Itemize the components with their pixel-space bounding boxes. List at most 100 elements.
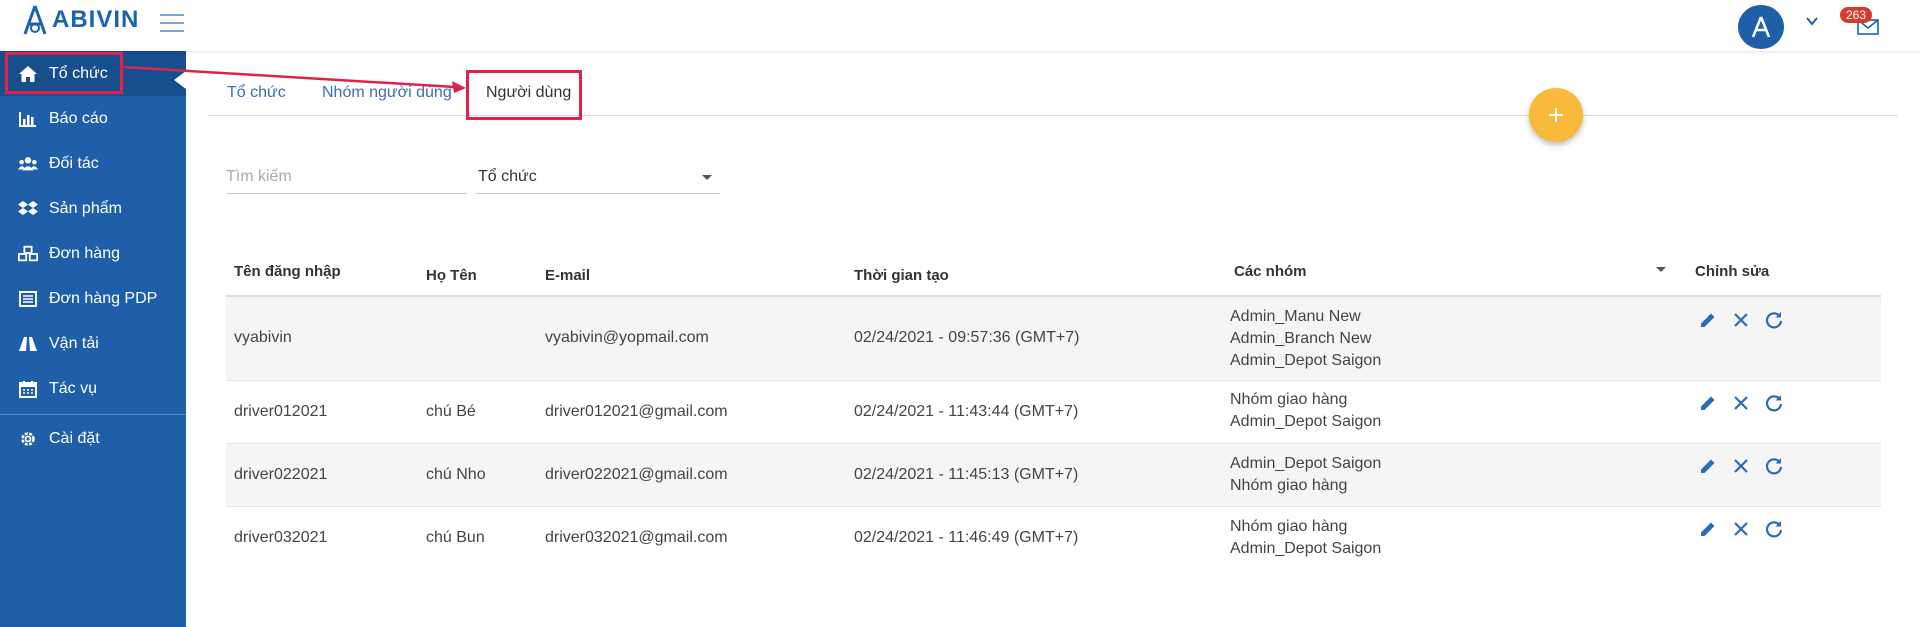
sidebar-item-label: Đơn hàng PDP	[49, 289, 158, 307]
plus-icon	[1549, 108, 1563, 122]
road-icon	[18, 336, 38, 352]
header-created-time[interactable]: Thời gian tạo	[854, 267, 949, 284]
cell-fullname: chú Bun	[426, 529, 485, 546]
sidebar-item-label: Báo cáo	[49, 109, 108, 127]
sidebar-item-doi-tac[interactable]: Đối tác	[0, 141, 186, 186]
header-username[interactable]: Tên đăng nhập	[234, 263, 341, 280]
cell-created-time: 02/24/2021 - 09:57:36 (GMT+7)	[854, 329, 1080, 346]
bar-chart-icon	[18, 111, 38, 127]
cubes-icon	[18, 245, 38, 263]
highlight-box-tab	[466, 70, 582, 120]
header-groups[interactable]: Các nhóm	[1234, 263, 1307, 280]
hamburger-menu-icon[interactable]	[160, 14, 184, 34]
cell-email: driver032021@gmail.com	[545, 529, 728, 546]
avatar[interactable]	[1738, 5, 1784, 49]
group-item: Nhóm giao hàng	[1230, 391, 1348, 408]
search-input[interactable]	[226, 160, 467, 194]
chevron-down-icon[interactable]	[1806, 13, 1818, 29]
notification-badge: 263	[1840, 7, 1873, 23]
cell-created-time: 02/24/2021 - 11:45:13 (GMT+7)	[854, 466, 1079, 483]
group-item: Admin_Depot Saigon	[1230, 455, 1382, 472]
delete-icon[interactable]	[1729, 391, 1753, 415]
sidebar: Tổ chức Báo cáo Đối tác Sản phẩm Đơn hàn…	[0, 51, 186, 627]
delete-icon[interactable]	[1729, 308, 1753, 332]
cell-fullname: chú Bé	[426, 403, 476, 420]
sidebar-item-label: Vận tải	[49, 334, 99, 352]
row-actions	[1696, 308, 1786, 332]
organization-select[interactable]: Tổ chức	[476, 160, 720, 194]
edit-icon[interactable]	[1696, 517, 1720, 541]
gear-icon	[18, 430, 38, 448]
cell-groups: Nhóm giao hàng Admin_Depot Saigon	[1230, 516, 1381, 560]
sidebar-item-van-tai[interactable]: Vận tải	[0, 321, 186, 366]
calendar-icon	[18, 380, 38, 398]
cell-created-time: 02/24/2021 - 11:43:44 (GMT+7)	[854, 403, 1079, 420]
sidebar-item-bao-cao[interactable]: Báo cáo	[0, 96, 186, 141]
users-icon	[18, 156, 38, 172]
group-item: Admin_Branch New	[1230, 330, 1372, 347]
sidebar-item-label: Đối tác	[49, 154, 99, 172]
sidebar-item-don-hang-pdp[interactable]: Đơn hàng PDP	[0, 276, 186, 321]
refresh-icon[interactable]	[1762, 308, 1786, 332]
add-user-button[interactable]	[1529, 88, 1583, 142]
dropdown-arrow-icon	[702, 175, 712, 180]
table-row: driver022021 chú Nho driver022021@gmail.…	[226, 444, 1881, 507]
top-bar: ABIVIN 263	[0, 0, 1920, 51]
cell-email: driver012021@gmail.com	[545, 403, 728, 420]
group-item: Nhóm giao hàng	[1230, 518, 1348, 535]
row-actions	[1696, 454, 1786, 478]
row-actions	[1696, 517, 1786, 541]
edit-icon[interactable]	[1696, 454, 1720, 478]
tab-bar: Tổ chức Nhóm người dùng Người dùng	[208, 70, 1898, 116]
refresh-icon[interactable]	[1762, 517, 1786, 541]
delete-icon[interactable]	[1729, 517, 1753, 541]
edit-icon[interactable]	[1696, 308, 1720, 332]
dropbox-icon	[18, 200, 38, 218]
sidebar-item-san-pham[interactable]: Sản phẩm	[0, 186, 186, 231]
group-item: Admin_Depot Saigon	[1230, 352, 1382, 369]
refresh-icon[interactable]	[1762, 454, 1786, 478]
cell-email: driver022021@gmail.com	[545, 466, 728, 483]
header-email[interactable]: E-mail	[545, 267, 590, 284]
group-item: Nhóm giao hàng	[1230, 477, 1348, 494]
sidebar-item-don-hang[interactable]: Đơn hàng	[0, 231, 186, 276]
table-row: driver032021 chú Bun driver032021@gmail.…	[226, 507, 1881, 570]
group-item: Admin_Depot Saigon	[1230, 413, 1382, 430]
header-fullname[interactable]: Họ Tên	[426, 267, 477, 284]
list-icon	[18, 290, 38, 307]
group-item: Admin_Depot Saigon	[1230, 540, 1382, 557]
logo-mark-icon	[23, 5, 47, 35]
abivin-logo[interactable]: ABIVIN	[22, 4, 139, 36]
table-row: vyabivin vyabivin@yopmail.com 02/24/2021…	[226, 297, 1881, 381]
sidebar-divider	[0, 414, 186, 415]
table-row: driver012021 chú Bé driver012021@gmail.c…	[226, 381, 1881, 444]
sidebar-item-label: Tác vụ	[49, 379, 98, 397]
cell-username: driver022021	[234, 466, 328, 483]
edit-icon[interactable]	[1696, 391, 1720, 415]
groups-filter-arrow-icon[interactable]	[1656, 267, 1666, 272]
header-edit: Chỉnh sửa	[1695, 263, 1770, 280]
tab-to-chuc[interactable]: Tổ chức	[227, 84, 286, 102]
cell-username: driver012021	[234, 403, 328, 420]
cell-fullname: chú Nho	[426, 466, 486, 483]
cell-groups: Nhóm giao hàng Admin_Depot Saigon	[1230, 389, 1381, 433]
logo-text: ABIVIN	[52, 6, 140, 33]
cell-username: vyabivin	[234, 329, 292, 346]
cell-email: vyabivin@yopmail.com	[545, 329, 709, 346]
sidebar-item-cai-dat[interactable]: Cài đặt	[0, 416, 186, 461]
cell-groups: Admin_Depot Saigon Nhóm giao hàng	[1230, 453, 1381, 497]
sidebar-item-label: Sản phẩm	[49, 199, 122, 217]
row-actions	[1696, 391, 1786, 415]
cell-username: driver032021	[234, 529, 328, 546]
organization-select-value: Tổ chức	[478, 168, 537, 185]
group-item: Admin_Manu New	[1230, 308, 1361, 325]
sidebar-item-tac-vu[interactable]: Tác vụ	[0, 366, 186, 411]
refresh-icon[interactable]	[1762, 391, 1786, 415]
cell-created-time: 02/24/2021 - 11:46:49 (GMT+7)	[854, 529, 1079, 546]
delete-icon[interactable]	[1729, 454, 1753, 478]
active-item-indicator	[174, 71, 186, 89]
tab-nhom-nguoi-dung[interactable]: Nhóm người dùng	[322, 84, 452, 102]
sidebar-item-label: Đơn hàng	[49, 244, 120, 262]
avatar-logo-icon	[1751, 16, 1771, 38]
cell-groups: Admin_Manu New Admin_Branch New Admin_De…	[1230, 306, 1381, 372]
